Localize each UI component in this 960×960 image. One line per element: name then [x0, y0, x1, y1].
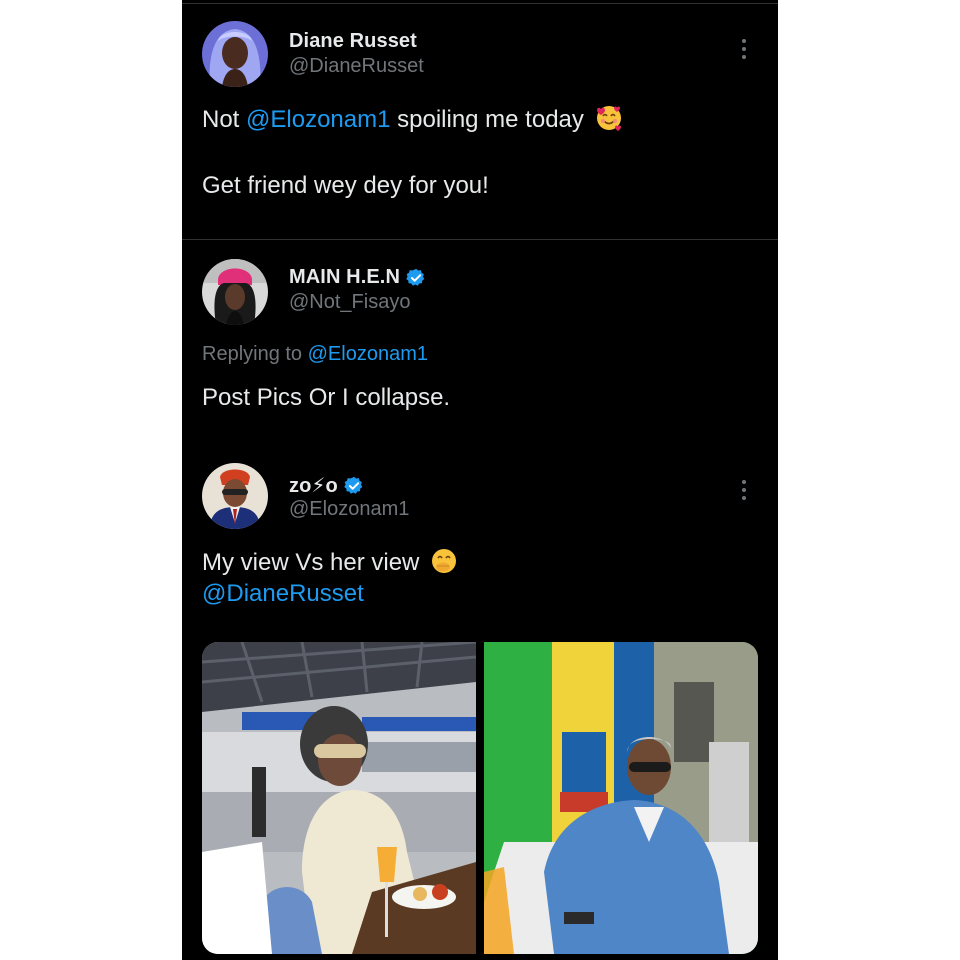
replying-to-label: Replying to [202, 343, 308, 365]
more-options-icon[interactable] [734, 477, 754, 503]
display-name[interactable]: Diane Russet [289, 30, 417, 53]
woman-seated-at-expo-photo[interactable] [202, 642, 476, 954]
avatar-zozo[interactable] [202, 463, 268, 529]
avatar-main-hen[interactable] [202, 259, 268, 325]
author-name-row: MAIN H.E.N [289, 266, 426, 289]
man-seated-at-expo-photo[interactable] [484, 642, 758, 954]
mention-link[interactable]: @DianeRusset [202, 580, 364, 608]
tweet-text: My view Vs her view [202, 547, 458, 577]
tweet-text-line1: Not @Elozonam1 spoiling me today [202, 104, 623, 134]
display-name[interactable]: MAIN H.E.N [289, 266, 400, 289]
tweet-text-body: My view Vs her view [202, 549, 420, 576]
face-with-hand-over-mouth-icon [430, 547, 458, 575]
author-handle[interactable]: @DianeRusset [289, 55, 424, 78]
more-options-icon[interactable] [734, 36, 754, 62]
replying-to-mention[interactable]: @Elozonam1 [308, 343, 428, 365]
author-name-row: Diane Russet [289, 30, 417, 53]
top-divider [182, 3, 778, 4]
thread-divider [182, 239, 778, 240]
author-handle[interactable]: @Elozonam1 [289, 498, 409, 521]
author-handle[interactable]: @Not_Fisayo [289, 291, 410, 314]
avatar-diane-russet[interactable] [202, 21, 268, 87]
verified-badge-icon [344, 476, 363, 494]
tweet-text-prefix: Not [202, 106, 247, 133]
tweet-text-line2: Get friend wey dey for you! [202, 172, 489, 199]
author-name-row: ᴢᴏ⚡ᴏ [289, 473, 364, 498]
verified-badge-icon [406, 268, 425, 286]
timeline: Diane Russet @DianeRusset Not @Elozonam1… [182, 0, 778, 960]
replying-to: Replying to @Elozonam1 [202, 343, 428, 366]
display-name[interactable]: ᴢᴏ⚡ᴏ [289, 473, 338, 498]
reply-text: Post Pics Or I collapse. [202, 384, 451, 411]
mention-link[interactable]: @Elozonam1 [246, 106, 390, 133]
tweet-text-suffix: spoiling me today [390, 106, 584, 133]
smiling-face-with-hearts-icon [595, 104, 623, 132]
